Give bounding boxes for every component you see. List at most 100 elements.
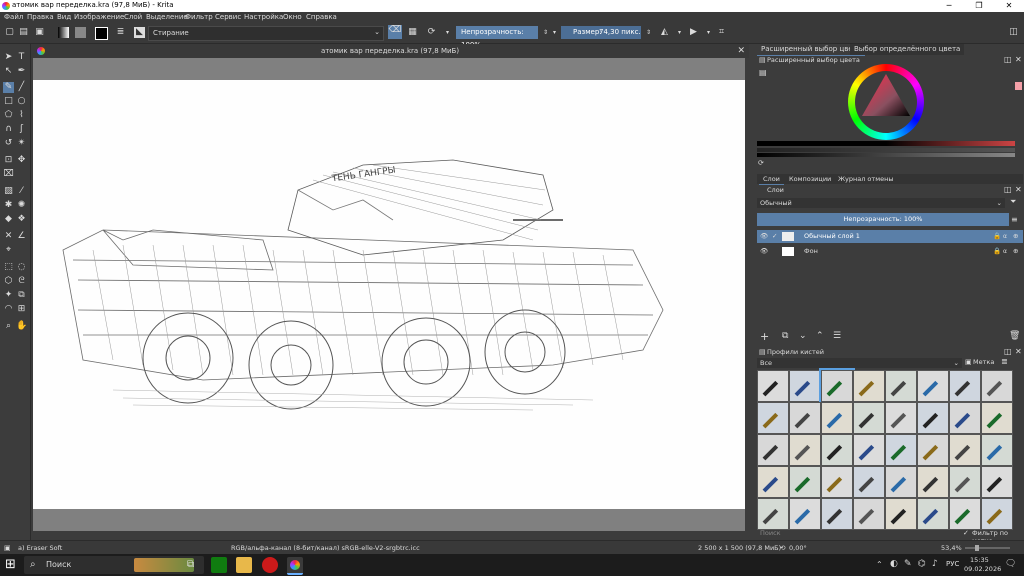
brush-preset[interactable] bbox=[821, 434, 853, 466]
brush-preset[interactable] bbox=[757, 466, 789, 498]
freehand-select-icon[interactable]: ᘓ bbox=[16, 276, 27, 287]
brush-preset[interactable] bbox=[853, 498, 885, 530]
brush-preset[interactable] bbox=[789, 370, 821, 402]
close-docker-icon[interactable]: ✕ bbox=[1015, 347, 1022, 356]
save-icon[interactable]: ▣ bbox=[34, 27, 45, 38]
open-document-icon[interactable]: ▤ bbox=[18, 27, 29, 38]
layer-row[interactable]: 👁 ✓ Обычный слой 1 🔒 α ⊕ bbox=[757, 230, 1023, 243]
select-shapes-icon[interactable]: ➤ bbox=[3, 52, 14, 63]
brush-preset[interactable] bbox=[981, 402, 1013, 434]
mirror-horizontal-icon[interactable]: ◭ bbox=[659, 27, 670, 38]
new-document-icon[interactable]: ▢ bbox=[4, 27, 15, 38]
checkbox-icon[interactable]: ✓ bbox=[772, 230, 777, 243]
zoom-tool-icon[interactable]: ⌕ bbox=[3, 321, 14, 332]
brush-preset[interactable] bbox=[757, 498, 789, 530]
chevron-down-icon[interactable]: ▾ bbox=[703, 27, 714, 38]
tab-specific-color[interactable]: Выбор определённого цвета bbox=[850, 44, 965, 55]
reference-images-icon[interactable]: ⌖ bbox=[3, 245, 14, 256]
transform-tool-icon[interactable]: ⊡ bbox=[3, 155, 14, 166]
edit-shapes-icon[interactable]: ↖ bbox=[3, 66, 14, 77]
ellipse-select-icon[interactable]: ◌ bbox=[16, 262, 27, 273]
freehand-path-icon[interactable]: ʃ bbox=[16, 124, 27, 135]
reload-preset-icon[interactable]: ⟳ bbox=[426, 27, 437, 38]
language-indicator[interactable]: РУС bbox=[946, 560, 959, 568]
add-layer-icon[interactable]: + bbox=[760, 330, 769, 343]
fill-tool-icon[interactable]: ◆ bbox=[3, 214, 14, 225]
enclose-fill-icon[interactable]: ❖ bbox=[16, 214, 27, 225]
minimize-button[interactable]: ─ bbox=[934, 0, 964, 12]
magnetic-select-icon[interactable]: ⊞ bbox=[16, 304, 27, 315]
brush-preset[interactable] bbox=[949, 434, 981, 466]
brush-preset[interactable] bbox=[853, 370, 885, 402]
inherit-alpha-icon[interactable]: ⊕ bbox=[1013, 230, 1018, 243]
dynamic-brush-icon[interactable]: ↺ bbox=[3, 138, 14, 149]
opera-browser-icon[interactable] bbox=[262, 557, 278, 573]
delete-layer-icon[interactable]: 🗑 bbox=[1009, 331, 1020, 341]
brush-preset[interactable] bbox=[885, 434, 917, 466]
maximize-button[interactable]: ❐ bbox=[964, 0, 994, 12]
size-slider[interactable]: Размер: 74,30 пикс. bbox=[561, 26, 641, 39]
menu-settings[interactable]: Настройка bbox=[244, 13, 283, 21]
clock-time[interactable]: 15:35 bbox=[970, 556, 989, 564]
krita-taskbar-icon[interactable] bbox=[287, 557, 303, 575]
color-strip[interactable] bbox=[757, 153, 1015, 157]
fg-bg-color-icon[interactable] bbox=[95, 27, 108, 40]
text-tool-icon[interactable]: T bbox=[16, 52, 27, 63]
brush-preset[interactable] bbox=[917, 498, 949, 530]
menu-layer[interactable]: Слой bbox=[124, 13, 142, 21]
workspace-icon[interactable]: ◫ bbox=[1008, 27, 1019, 38]
layer-properties-icon[interactable]: ☰ bbox=[833, 331, 841, 341]
drawing-canvas[interactable]: ТЕНЬ ГАНГРЫ bbox=[33, 80, 745, 509]
close-docker-icon[interactable]: ✕ bbox=[1015, 55, 1022, 64]
float-docker-icon[interactable]: ◫ bbox=[1004, 347, 1012, 356]
wrap-around-icon[interactable]: ⌗ bbox=[716, 27, 727, 38]
brush-preset[interactable] bbox=[885, 498, 917, 530]
brush-preset[interactable] bbox=[917, 402, 949, 434]
line-tool-icon[interactable]: ╱ bbox=[16, 82, 27, 93]
checkbox-icon[interactable]: ✓ bbox=[963, 529, 969, 537]
lock-icon[interactable]: 🔒 bbox=[993, 230, 1001, 243]
tab-layers[interactable]: Слои bbox=[759, 174, 784, 185]
brush-preset[interactable] bbox=[789, 402, 821, 434]
tag-label[interactable]: Метка bbox=[973, 358, 994, 366]
brush-preset[interactable] bbox=[853, 402, 885, 434]
chevron-down-icon[interactable]: ▾ bbox=[549, 27, 560, 38]
layer-row[interactable]: 👁 Фон 🔒 α ⊕ bbox=[757, 245, 1023, 258]
tray-app-icon[interactable]: ◐ bbox=[890, 559, 898, 569]
menu-filter[interactable]: Фильтр bbox=[185, 13, 213, 21]
close-document-icon[interactable]: ✕ bbox=[737, 44, 745, 58]
rotation-icon[interactable]: ⟲ bbox=[780, 544, 785, 552]
layer-opacity-slider[interactable]: Непрозрачность: 100% bbox=[757, 213, 1009, 226]
brush-preset[interactable] bbox=[949, 498, 981, 530]
crop-tool-icon[interactable]: ⌧ bbox=[3, 169, 14, 180]
brush-preset[interactable] bbox=[821, 402, 853, 434]
brush-preset[interactable] bbox=[981, 498, 1013, 530]
menu-select[interactable]: Выделение bbox=[146, 13, 188, 21]
rectangle-tool-icon[interactable]: □ bbox=[3, 96, 14, 107]
chevron-down-icon[interactable]: ▾ bbox=[442, 27, 453, 38]
color-strip[interactable] bbox=[757, 148, 1015, 152]
visibility-eye-icon[interactable]: 👁 bbox=[760, 245, 768, 258]
pen-tray-icon[interactable]: ✎ bbox=[904, 559, 912, 569]
preserve-alpha-icon[interactable]: ▦ bbox=[407, 27, 418, 38]
tab-undo-history[interactable]: Журнал отмены bbox=[834, 174, 897, 184]
alpha-icon[interactable]: α bbox=[1003, 230, 1007, 243]
brush-preset[interactable] bbox=[917, 370, 949, 402]
notifications-icon[interactable]: 🗨 bbox=[1005, 559, 1016, 569]
mirror-vertical-icon[interactable]: ▶ bbox=[688, 27, 699, 38]
brush-preset[interactable] bbox=[885, 370, 917, 402]
brush-preset[interactable] bbox=[885, 402, 917, 434]
polygon-tool-icon[interactable]: ⬠ bbox=[3, 110, 14, 121]
tab-advanced-color[interactable]: Расширенный выбор цвета bbox=[757, 44, 866, 56]
tray-chevron-icon[interactable]: ⌃ bbox=[876, 560, 883, 569]
windows-start-icon[interactable]: ⊞ bbox=[5, 557, 16, 572]
taskbar-search[interactable]: ⌕ Поиск bbox=[24, 556, 204, 574]
brush-preset[interactable] bbox=[981, 466, 1013, 498]
preset-thumbnail-icon[interactable]: ◣ bbox=[134, 27, 145, 38]
brush-preset[interactable] bbox=[885, 466, 917, 498]
menu-window[interactable]: Окно bbox=[283, 13, 302, 21]
clock-date[interactable]: 09.02.2026 bbox=[964, 565, 1001, 573]
colorize-mask-icon[interactable]: ✱ bbox=[3, 200, 14, 211]
brush-settings-icon[interactable]: ≣ bbox=[115, 27, 126, 38]
freehand-brush-icon[interactable]: ✎ bbox=[3, 82, 14, 93]
